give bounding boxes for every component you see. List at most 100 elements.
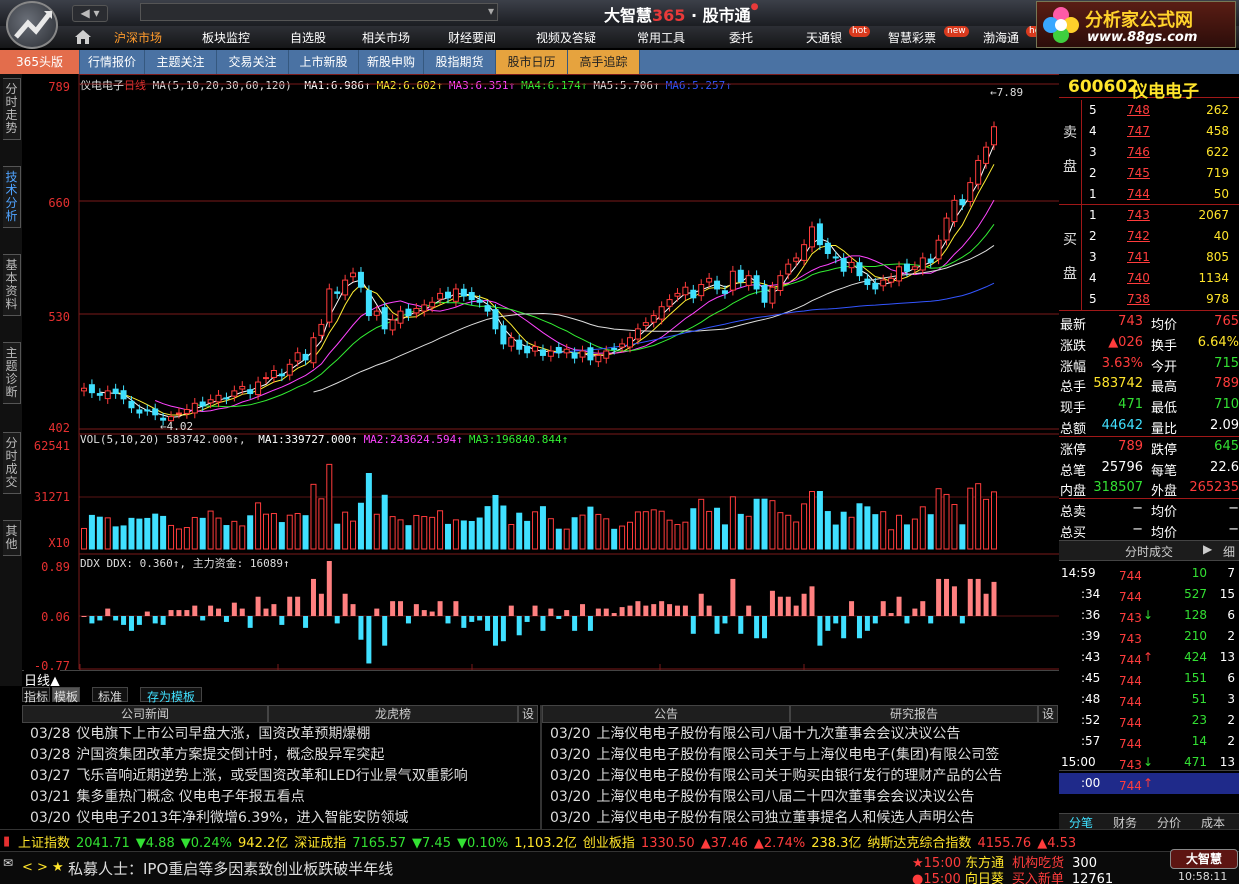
order-book-row[interactable]: 5 748 262 (1059, 100, 1239, 121)
home-icon[interactable] (74, 29, 92, 45)
indicator-tab-1[interactable]: 模板 (52, 687, 80, 704)
order-book-row[interactable]: 4 740 1134 (1059, 268, 1239, 289)
trade-row[interactable]: 14:59 744 10 7 (1059, 563, 1239, 584)
trade-row[interactable]: :57 744 14 2 (1059, 731, 1239, 752)
menu-item-6[interactable]: 常用工具 (637, 29, 685, 47)
indicator-tab-0[interactable]: 指标 (22, 687, 50, 704)
index-item[interactable]: ▲2.74% (754, 836, 805, 851)
index-item[interactable]: 4155.76 (977, 836, 1031, 851)
index-item[interactable]: 1,103.2亿 (514, 836, 577, 851)
news-item[interactable]: 03/20 上海仪电电子股份有限公司关于与上海仪电电子(集团)有限公司签 (550, 745, 1058, 766)
order-book-row[interactable]: 1 743 2067 (1059, 205, 1239, 226)
menu-item-1[interactable]: 板块监控 (202, 29, 250, 47)
trade-row[interactable]: :45 744 151 6 (1059, 668, 1239, 689)
index-item[interactable]: ▲37.46 (701, 836, 748, 851)
trade-row[interactable]: :34 744 527 15 (1059, 584, 1239, 605)
order-book-row[interactable]: 2 742 40 (1059, 226, 1239, 247)
trade-row[interactable]: :43 744 ↑ 424 13 (1059, 647, 1239, 668)
news-item[interactable]: 03/28 沪国资集团改革方案提交倒计时，概念股异军突起 (30, 745, 538, 766)
news-item[interactable]: 03/20 上海仪电电子股份有限公司八届十九次董事会会议决议公告 (550, 724, 1058, 745)
tab-research[interactable]: 研究报告 (790, 705, 1038, 723)
back-button[interactable]: ◀ ▾ (72, 5, 108, 22)
index-item[interactable]: ▼7.45 (412, 836, 451, 851)
tab-3[interactable]: 交易关注 (217, 50, 289, 74)
menu-item-2[interactable]: 自选股 (290, 29, 326, 47)
tab-announcements[interactable]: 公告 (542, 705, 790, 723)
index-item[interactable]: ▼0.24% (181, 836, 232, 851)
news-item[interactable]: 03/20 仪电电子2013年净利微增6.39%，进入智能安防领域 (30, 808, 538, 829)
period-selector[interactable]: 日线▲ (24, 670, 60, 686)
menu-item-7[interactable]: 委托 (729, 29, 753, 47)
index-item[interactable]: ▼4.88 (136, 836, 175, 851)
tab-4[interactable]: 上市新股 (289, 50, 359, 74)
index-item[interactable]: 深证成指 (294, 836, 346, 851)
settings-right-button[interactable]: 设 (1038, 705, 1058, 723)
order-book-row[interactable]: 2 745 719 (1059, 163, 1239, 184)
index-item[interactable]: 238.3亿 (811, 836, 861, 851)
next-arrow-icon[interactable]: ▶ (1203, 542, 1212, 556)
quote-tab-1[interactable]: 财务 (1113, 814, 1137, 829)
menu-item-4[interactable]: 财经要闻 (448, 29, 496, 47)
news-item[interactable]: 03/20 上海仪电电子股份有限公司独立董事提名人和候选人声明公告 (550, 808, 1058, 829)
mail-icon[interactable]: ✉ (3, 856, 13, 870)
news-item[interactable]: 03/21 集多重热门概念 仪电电子年报五看点 (30, 787, 538, 808)
settings-left-button[interactable]: 设 (518, 705, 538, 723)
order-book-row[interactable]: 1 744 50 (1059, 184, 1239, 205)
brand-badge[interactable]: 大智慧 (1170, 849, 1238, 869)
menu-item-0[interactable]: 沪深市场 (114, 29, 162, 47)
tab-2[interactable]: 主题关注 (145, 50, 217, 74)
index-item[interactable]: ▼0.10% (457, 836, 508, 851)
tab-1[interactable]: 行情报价 (80, 50, 145, 74)
indicator-tab-3[interactable]: 存为模板 (140, 687, 202, 704)
index-item[interactable]: 942.2亿 (238, 836, 288, 851)
quote-tab-3[interactable]: 成本 (1201, 814, 1225, 829)
index-item[interactable]: 1330.50 (641, 836, 695, 851)
tab-8[interactable]: 高手追踪 (568, 50, 640, 74)
index-item[interactable]: 创业板指 (583, 836, 635, 851)
trade-row[interactable]: :36 743 ↓ 128 6 (1059, 605, 1239, 626)
quote-tab-0[interactable]: 分笔 (1069, 814, 1093, 829)
menu-item-9[interactable]: 智慧彩票 new (888, 26, 969, 47)
address-bar[interactable]: ▾ (140, 3, 498, 21)
trade-row[interactable]: :52 744 23 2 (1059, 710, 1239, 731)
news-item[interactable]: 03/28 仪电旗下上市公司早盘大涨，国资改革预期爆棚 (30, 724, 538, 745)
index-item[interactable]: 2041.71 (76, 836, 130, 851)
indicator-tab-2[interactable]: 标准 (92, 687, 128, 704)
tab-5[interactable]: 新股申购 (359, 50, 424, 74)
tab-0[interactable]: 365头版 (0, 50, 80, 74)
partner-logo[interactable]: 分析家公式网 www.88gs.com (1036, 1, 1236, 48)
index-item[interactable]: 上证指数 (18, 836, 70, 851)
tab-dragon-tiger[interactable]: 龙虎榜 (268, 705, 518, 723)
detail-button[interactable]: 细 (1223, 543, 1235, 560)
index-item[interactable]: ▲4.53 (1037, 836, 1076, 851)
tab-6[interactable]: 股指期货 (424, 50, 496, 74)
alert-item[interactable]: ★15:00 东方通 机构吃货 300 (912, 852, 1097, 871)
side-tab-1[interactable]: 技术分析 (3, 166, 21, 228)
order-book-row[interactable]: 3 746 622 (1059, 142, 1239, 163)
kline-chart-area[interactable]: 仪电电子日线 MA(5,10,20,30,60,120) MA1:6.986↑ M… (22, 74, 1059, 686)
quote-tab-2[interactable]: 分价 (1157, 814, 1181, 829)
news-item[interactable]: 03/20 上海仪电电子股份有限公司八届二十四次董事会会议决议公告 (550, 787, 1058, 808)
tab-7[interactable]: 股市日历 (496, 50, 568, 74)
news-item[interactable]: 03/27 飞乐音响近期逆势上涨，或受国资改革和LED行业景气双重影响 (30, 766, 538, 787)
side-tab-3[interactable]: 主题诊断 (3, 342, 21, 404)
side-tab-5[interactable]: 其他 (3, 520, 21, 556)
news-item[interactable]: 03/20 上海仪电电子股份有限公司关于购买由银行发行的理财产品的公告 (550, 766, 1058, 787)
alert-item[interactable]: ●15:00 向日葵 买入新单 12761 (912, 868, 1113, 884)
market-icon[interactable]: ▮ (3, 834, 10, 849)
side-tab-4[interactable]: 分时成交 (3, 432, 21, 494)
trade-row[interactable]: :48 744 51 3 (1059, 689, 1239, 710)
side-tab-0[interactable]: 分时走势 (3, 78, 21, 140)
dropdown-icon[interactable]: ▾ (488, 4, 494, 18)
side-tab-2[interactable]: 基本资料 (3, 254, 21, 316)
tab-company-news[interactable]: 公司新闻 (22, 705, 268, 723)
order-book-row[interactable]: 5 738 978 (1059, 289, 1239, 310)
order-book-row[interactable]: 3 741 805 (1059, 247, 1239, 268)
index-item[interactable]: 纳斯达克综合指数 (867, 836, 971, 851)
menu-item-5[interactable]: 视频及答疑 (536, 29, 596, 47)
menu-item-3[interactable]: 相关市场 (362, 29, 410, 47)
index-item[interactable]: 7165.57 (352, 836, 406, 851)
menu-item-10[interactable]: 渤海通hot (983, 26, 1047, 47)
ticker-headline[interactable]: 私募人士：IPO重启等多因素致创业板跌破半年线 (68, 858, 393, 879)
menu-item-8[interactable]: 天通银 hot (806, 26, 870, 47)
